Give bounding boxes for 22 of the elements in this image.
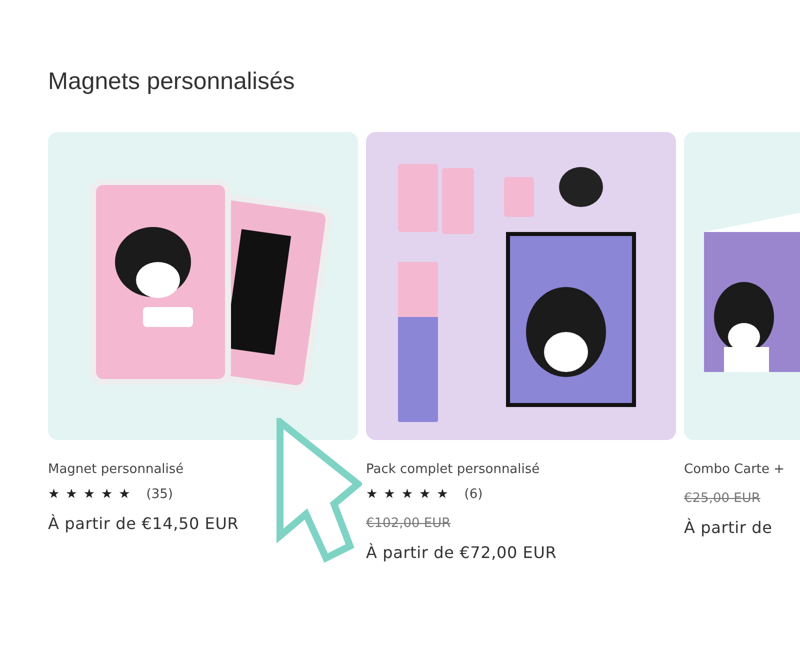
product-name[interactable]: Magnet personnalisé <box>48 462 184 477</box>
star-icon: ★ <box>401 487 413 502</box>
price: À partir de <box>684 518 774 537</box>
star-icon: ★ <box>366 487 378 502</box>
section-title: Magnets personnalisés <box>48 68 296 96</box>
product-name[interactable]: Combo Carte + <box>684 462 785 477</box>
star-icon: ★ <box>118 487 130 502</box>
review-count: (6) <box>464 487 483 502</box>
star-icon: ★ <box>100 487 113 502</box>
star-icon: ★ <box>83 487 95 502</box>
star-icon: ★ <box>48 487 60 502</box>
star-icon: ★ <box>436 487 448 502</box>
original-price: €25,00 EUR <box>684 491 762 506</box>
cursor-arrow-icon <box>276 418 362 564</box>
price: À partir de €72,00 EUR <box>366 543 558 562</box>
review-count: (35) <box>146 487 173 502</box>
price: À partir de €14,50 EUR <box>48 514 240 533</box>
star-icon: ★ <box>418 487 431 502</box>
product-name[interactable]: Pack complet personnalisé <box>366 462 540 477</box>
star-icon: ★ <box>384 487 396 502</box>
star-icon: ★ <box>66 487 78 502</box>
original-price: €102,00 EUR <box>366 516 452 531</box>
